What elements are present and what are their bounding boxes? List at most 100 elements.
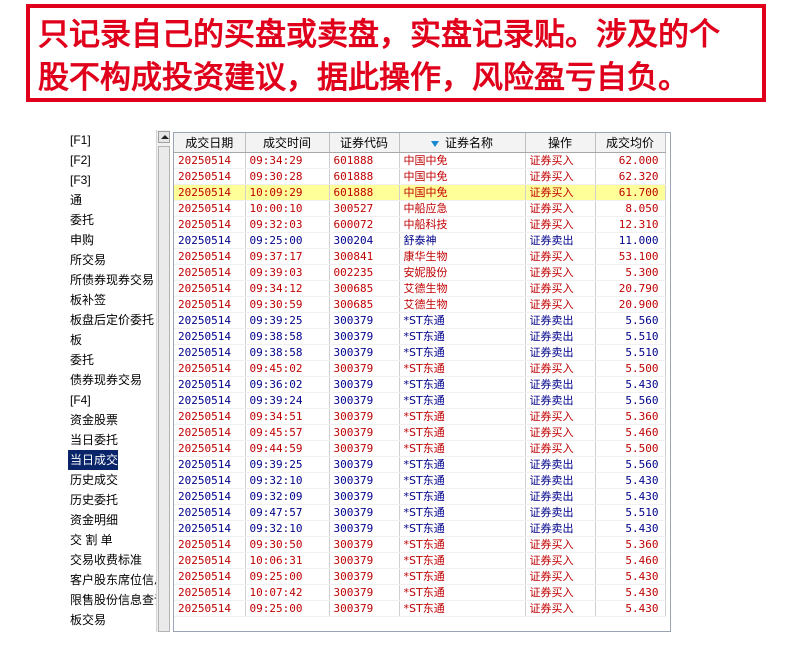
nav-scrollbar[interactable]: [156, 130, 170, 632]
nav-item[interactable]: 资金股票: [66, 410, 158, 430]
table-body: 20250514 09:34:29 601888 中国中免 证券买入 62.000 2025…: [174, 152, 666, 617]
col-header-name[interactable]: 证券名称: [399, 133, 526, 153]
cell-time: 09:30:50: [245, 536, 330, 553]
nav-item[interactable]: [F2]: [66, 150, 158, 170]
nav-item[interactable]: 委托: [66, 210, 158, 230]
nav-item[interactable]: 客户股东席位信息: [66, 570, 158, 590]
table-row[interactable]: 20250514 09:30:50 300379 *ST东通 证券买入 5.360: [174, 536, 666, 553]
scroll-up-arrow-icon[interactable]: [158, 131, 170, 143]
cell-op: 证券买入: [525, 200, 596, 217]
cell-name: *ST东通: [399, 392, 526, 409]
nav-item[interactable]: 当日委托: [66, 430, 158, 450]
cell-code: 300379: [329, 520, 400, 537]
table-row[interactable]: 20250514 09:44:59 300379 *ST东通 证券买入 5.500: [174, 440, 666, 457]
table-row[interactable]: 20250514 09:32:03 600072 中船科技 证券买入 12.310: [174, 216, 666, 233]
cell-name: *ST东通: [399, 456, 526, 473]
table-row[interactable]: 20250514 10:09:29 601888 中国中免 证券买入 61.700: [174, 184, 666, 201]
col-header-time[interactable]: 成交时间: [245, 133, 330, 153]
cell-time: 09:47:57: [245, 504, 330, 521]
cell-name: *ST东通: [399, 376, 526, 393]
table-row[interactable]: 20250514 09:39:25 300379 *ST东通 证券卖出 5.560: [174, 312, 666, 329]
cell-date: 20250514: [174, 200, 246, 217]
nav-item[interactable]: 板补签: [66, 290, 158, 310]
table-row[interactable]: 20250514 10:00:10 300527 中船应急 证券买入 8.050: [174, 200, 666, 217]
table-row[interactable]: 20250514 09:34:51 300379 *ST东通 证券买入 5.360: [174, 408, 666, 425]
nav-item[interactable]: [F1]: [66, 130, 158, 150]
cell-name: *ST东通: [399, 424, 526, 441]
nav-item[interactable]: 债券现券交易: [66, 370, 158, 390]
cell-price: 5.560: [595, 392, 666, 409]
table-row[interactable]: 20250514 09:38:58 300379 *ST东通 证券卖出 5.510: [174, 328, 666, 345]
cell-price: 5.430: [595, 376, 666, 393]
nav-item[interactable]: 历史成交: [66, 470, 158, 490]
nav-item[interactable]: 交易收费标准: [66, 550, 158, 570]
table-row[interactable]: 20250514 09:34:29 601888 中国中免 证券买入 62.000: [174, 152, 666, 169]
table-row[interactable]: 20250514 09:39:25 300379 *ST东通 证券卖出 5.560: [174, 456, 666, 473]
scroll-thumb[interactable]: [158, 146, 170, 632]
table-row[interactable]: 20250514 09:25:00 300379 *ST东通 证券买入 5.430: [174, 568, 666, 585]
table-row[interactable]: 20250514 09:47:57 300379 *ST东通 证券卖出 5.510: [174, 504, 666, 521]
nav-item[interactable]: [F3]: [66, 170, 158, 190]
col-header-code[interactable]: 证券代码: [329, 133, 400, 153]
cell-name: 艾德生物: [399, 296, 526, 313]
table-row[interactable]: 20250514 09:36:02 300379 *ST东通 证券卖出 5.430: [174, 376, 666, 393]
cell-code: 300527: [329, 200, 400, 217]
cell-date: 20250514: [174, 344, 246, 361]
table-row[interactable]: 20250514 09:39:03 002235 安妮股份 证券买入 5.300: [174, 264, 666, 281]
cell-date: 20250514: [174, 232, 246, 249]
table-row[interactable]: 20250514 09:25:00 300204 舒泰神 证券卖出 11.000: [174, 232, 666, 249]
nav-item[interactable]: 委托: [66, 350, 158, 370]
cell-name: *ST东通: [399, 440, 526, 457]
cell-name: *ST东通: [399, 520, 526, 537]
cell-price: 5.460: [595, 552, 666, 569]
nav-item[interactable]: 限售股份信息查询: [66, 590, 158, 610]
nav-item[interactable]: 当日成交: [68, 450, 118, 470]
table-row[interactable]: 20250514 09:30:59 300685 艾德生物 证券买入 20.900: [174, 296, 666, 313]
nav-item[interactable]: 所交易: [66, 250, 158, 270]
table-row[interactable]: 20250514 09:25:00 300379 *ST东通 证券买入 5.430: [174, 600, 666, 617]
nav-item[interactable]: 所债券现券交易: [66, 270, 158, 290]
table-row[interactable]: 20250514 09:45:57 300379 *ST东通 证券买入 5.460: [174, 424, 666, 441]
nav-item[interactable]: 历史委托: [66, 490, 158, 510]
nav-item[interactable]: [F4]: [66, 390, 158, 410]
cell-date: 20250514: [174, 600, 246, 617]
col-header-date[interactable]: 成交日期: [174, 133, 246, 153]
cell-price: 5.510: [595, 344, 666, 361]
cell-code: 300379: [329, 472, 400, 489]
table-row[interactable]: 20250514 10:06:31 300379 *ST东通 证券买入 5.460: [174, 552, 666, 569]
col-header-op[interactable]: 操作: [525, 133, 596, 153]
nav-item[interactable]: 板: [66, 330, 158, 350]
table-row[interactable]: 20250514 09:39:24 300379 *ST东通 证券卖出 5.560: [174, 392, 666, 409]
col-header-price[interactable]: 成交均价: [595, 133, 666, 153]
cell-code: 300379: [329, 456, 400, 473]
table-row[interactable]: 20250514 09:30:28 601888 中国中免 证券买入 62.320: [174, 168, 666, 185]
cell-price: 8.050: [595, 200, 666, 217]
nav-item[interactable]: 板交易: [66, 610, 158, 630]
cell-op: 证券卖出: [525, 456, 596, 473]
cell-time: 09:38:58: [245, 344, 330, 361]
table-row[interactable]: 20250514 09:32:10 300379 *ST东通 证券卖出 5.430: [174, 472, 666, 489]
nav-item[interactable]: 通: [66, 190, 158, 210]
nav-item[interactable]: 申购: [66, 230, 158, 250]
cell-op: 证券买入: [525, 408, 596, 425]
cell-code: 300204: [329, 232, 400, 249]
nav-item[interactable]: 资金明细: [66, 510, 158, 530]
nav-list: [F1] [F2] [F3] 通委托 申购 所交易 所债券现券交易 板补签 板盘后定价委托板委托…: [66, 130, 158, 630]
table-row[interactable]: 20250514 09:45:02 300379 *ST东通 证券买入 5.500: [174, 360, 666, 377]
cell-time: 10:06:31: [245, 552, 330, 569]
table-row[interactable]: 20250514 09:37:17 300841 康华生物 证券买入 53.100: [174, 248, 666, 265]
table-row[interactable]: 20250514 10:07:42 300379 *ST东通 证券买入 5.430: [174, 584, 666, 601]
table-row[interactable]: 20250514 09:32:09 300379 *ST东通 证券卖出 5.430: [174, 488, 666, 505]
nav-item[interactable]: 板盘后定价委托: [66, 310, 158, 330]
cell-price: 12.310: [595, 216, 666, 233]
cell-name: *ST东通: [399, 552, 526, 569]
table-row[interactable]: 20250514 09:34:12 300685 艾德生物 证券买入 20.790: [174, 280, 666, 297]
cell-code: 002235: [329, 264, 400, 281]
cell-name: 艾德生物: [399, 280, 526, 297]
table-row[interactable]: 20250514 09:32:10 300379 *ST东通 证券卖出 5.430: [174, 520, 666, 537]
table-row[interactable]: 20250514 09:38:58 300379 *ST东通 证券卖出 5.510: [174, 344, 666, 361]
nav-item[interactable]: 交 割 单: [66, 530, 158, 550]
cell-time: 09:45:02: [245, 360, 330, 377]
trades-grid: 成交日期 成交时间 证券代码 证券名称 操作 成交均价 20250514 09:3…: [173, 132, 671, 632]
cell-price: 5.430: [595, 600, 666, 617]
